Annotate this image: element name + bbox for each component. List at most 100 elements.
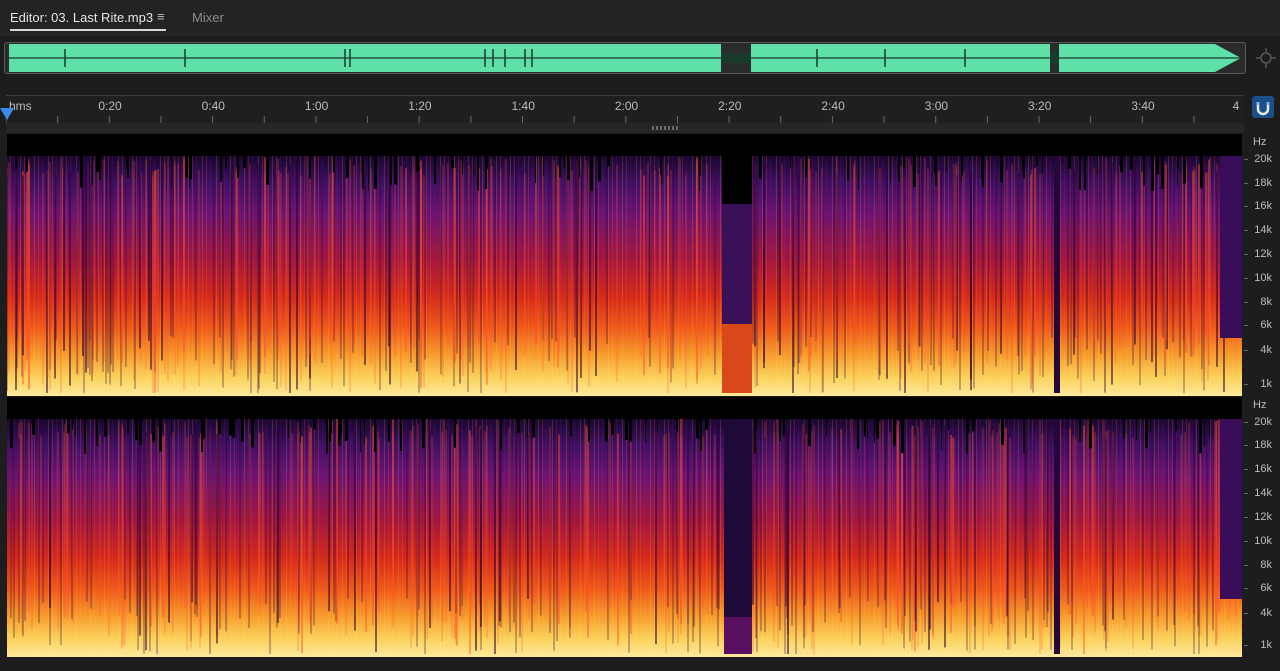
spectrogram-top-notch <box>948 419 949 431</box>
spectrogram-top-notch <box>857 419 859 449</box>
playhead-marker-icon[interactable] <box>0 108 14 120</box>
tab-mixer[interactable]: Mixer <box>192 10 224 25</box>
frequency-label: 4k <box>1260 344 1272 356</box>
spectrogram-top-notch <box>394 156 397 185</box>
spectrogram-top-notch <box>32 419 35 435</box>
spectrogram-top-notch <box>243 156 246 169</box>
hamburger-menu-icon[interactable]: ≡ <box>157 9 165 24</box>
spectrogram-top-notch <box>1123 419 1125 438</box>
spectrogram-top-notch <box>203 419 205 439</box>
frequency-tick <box>1244 254 1248 255</box>
waveform-quiet-body <box>721 53 751 63</box>
ruler-label: 3:00 <box>924 99 949 113</box>
spectrogram-top-notch <box>96 419 98 446</box>
spectrogram-top-notch <box>676 419 678 431</box>
spectrogram-top-notch <box>696 419 699 439</box>
frequency-unit-label: Hz <box>1253 136 1267 148</box>
frequency-label: 12k <box>1254 248 1272 260</box>
spectrogram-top-notch <box>454 419 456 448</box>
frequency-label: 1k <box>1260 378 1272 390</box>
spectrogram-gap-low <box>722 324 752 396</box>
spectrogram-top-band <box>7 134 1242 156</box>
frequency-label: 20k <box>1254 153 1272 165</box>
spectrogram-top-notch <box>232 419 235 438</box>
frequency-tick <box>1244 565 1248 566</box>
spectrogram-top-notch <box>1156 156 1159 175</box>
zoom-navigator-icon[interactable] <box>1254 46 1278 70</box>
spectrogram-top-notch <box>1023 156 1025 179</box>
overview-waveform[interactable] <box>4 42 1246 74</box>
spectral-channel-right[interactable] <box>7 397 1242 657</box>
spectrogram-top-notch <box>1199 419 1202 454</box>
frequency-tick <box>1244 613 1248 614</box>
spectrogram-top-notch <box>388 419 390 442</box>
spectrogram-top-notch <box>570 419 572 437</box>
spectrogram-fade-tail <box>1220 156 1242 338</box>
spectrogram-top-notch <box>535 156 536 184</box>
spectrogram-top-notch <box>185 156 188 178</box>
spectrogram-top-notch <box>462 156 463 175</box>
spectrogram-top-notch <box>517 419 520 433</box>
spectrogram-top-notch <box>847 156 849 181</box>
frequency-axis-right: Hz 20k 18k 16k 14k 12k 10k 8k 6k 4k 1k <box>1244 397 1280 657</box>
spectrogram-gap-top <box>722 134 752 204</box>
spectrogram-top-notch <box>241 419 244 442</box>
spectrogram-top-notch <box>477 156 479 191</box>
snap-magnet-button[interactable] <box>1252 96 1274 118</box>
spectrogram-top-notch <box>171 156 172 189</box>
spectrogram-top-notch <box>934 156 936 173</box>
frequency-label: 16k <box>1254 200 1272 212</box>
spectrogram-top-notch <box>139 419 142 445</box>
spectrogram-top-notch <box>645 419 646 443</box>
spectrogram-dip <box>1054 156 1060 396</box>
spectrogram-top-notch <box>26 156 28 172</box>
spectrogram-top-notch <box>1183 156 1186 184</box>
spectrogram-top-notch <box>874 419 875 443</box>
spectrogram-top-notch <box>218 419 221 435</box>
ruler-label: 0:40 <box>201 99 225 113</box>
spectrogram-top-notch <box>67 419 70 434</box>
spectrogram-top-notch <box>1175 419 1177 431</box>
spectrogram-top-notch <box>1136 419 1137 440</box>
spectrogram-top-notch <box>946 156 947 171</box>
spectrogram-top-notch <box>1079 156 1081 190</box>
spectrogram-top-notch <box>705 419 708 430</box>
spectrogram-top-notch <box>500 419 502 451</box>
resize-grip[interactable] <box>652 126 680 130</box>
frequency-label: 14k <box>1254 224 1272 236</box>
spectrogram-top-notch <box>288 419 289 438</box>
ruler-label: 2:20 <box>718 99 742 113</box>
spectrogram-top-notch <box>451 156 454 169</box>
spectrogram-top-notch <box>1161 156 1163 185</box>
spectrogram-top-notch <box>629 419 632 442</box>
spectrogram-top-notch <box>333 156 335 173</box>
ruler-label: 1:00 <box>304 99 329 113</box>
panel-tab-bar: Editor: 03. Last Rite.mp3 ≡ Mixer <box>0 0 1280 36</box>
frequency-label: 14k <box>1254 487 1272 499</box>
spectrogram-top-notch <box>756 419 757 431</box>
spectrogram-top-band <box>7 397 1242 419</box>
spectrogram-top-notch <box>1042 156 1043 174</box>
spectral-channel-left[interactable] <box>7 134 1242 396</box>
spectrogram-top-notch <box>390 156 392 186</box>
frequency-label: 20k <box>1254 416 1272 428</box>
spectrogram-top-notch <box>362 156 364 189</box>
spectrogram-top-notch <box>657 419 658 433</box>
time-ruler[interactable]: hms 0:20 0:40 1:00 1:20 1:40 2:00 2:20 2:40 3:00… <box>6 95 1244 124</box>
frequency-tick <box>1244 230 1248 231</box>
spectrogram-gap-low <box>724 617 752 657</box>
spectrogram-top-notch <box>309 156 311 179</box>
spectrogram-top-notch <box>345 419 348 442</box>
spectrogram-top-notch <box>1036 156 1038 167</box>
tab-editor[interactable]: Editor: 03. Last Rite.mp3 <box>10 10 153 25</box>
spectrogram-top-notch <box>400 419 402 452</box>
spectrogram-top-notch <box>225 156 227 169</box>
spectrogram-top-notch <box>1001 419 1004 445</box>
spectrogram-top-notch <box>1204 419 1205 447</box>
snap-magnet-icon <box>1256 102 1270 116</box>
frequency-axis-left: Hz 20k 18k 16k 14k 12k 10k 8k 6k 4k 1k <box>1244 134 1280 396</box>
spectrogram-top-notch <box>808 419 811 446</box>
spectrogram-top-notch <box>84 419 86 454</box>
frequency-tick <box>1244 541 1248 542</box>
spectrogram-top-notch <box>1145 419 1147 449</box>
